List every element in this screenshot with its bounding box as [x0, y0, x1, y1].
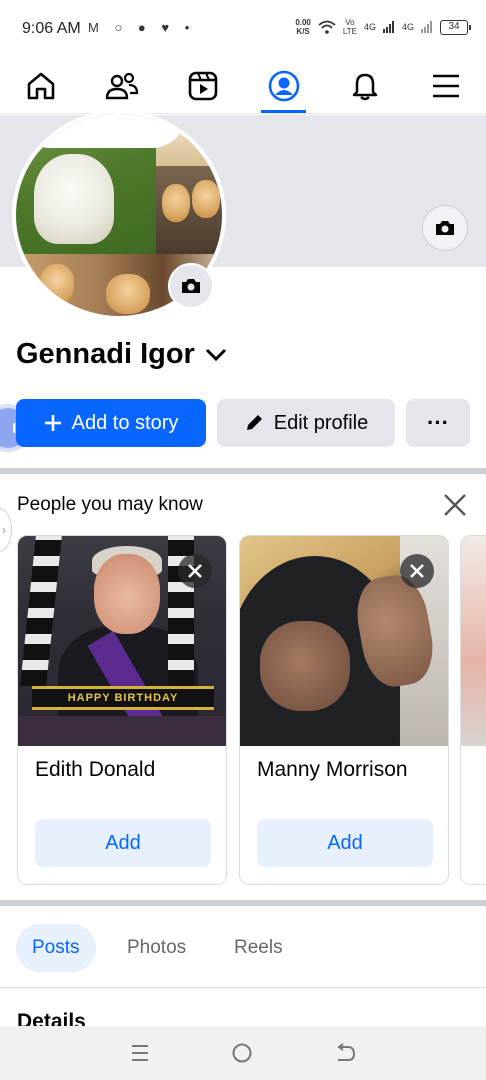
status-bar: 9:06 AM M ○ ● ♥ • 0.00 K/S Vo LTE 4G 4G …	[0, 0, 486, 58]
friends-icon	[105, 72, 138, 99]
tab-notifications[interactable]	[324, 58, 405, 113]
section-divider	[0, 900, 486, 906]
add-friend-button[interactable]: Add	[257, 819, 433, 867]
add-to-story-label: Add to story	[71, 411, 179, 434]
notification-icons: M ○ ● ♥ •	[88, 20, 196, 35]
tab-photos[interactable]: Photos	[111, 924, 202, 972]
pp-puppy-4	[106, 274, 150, 314]
pymk-close-button[interactable]	[442, 492, 468, 518]
android-nav-bar	[0, 1026, 486, 1080]
profile-name[interactable]: Gennadi Igor	[16, 338, 227, 371]
video-icon	[188, 71, 217, 100]
pp-white-dog	[34, 154, 114, 244]
add-to-story-button[interactable]: Add to story	[16, 399, 206, 447]
dismiss-card-button[interactable]	[400, 554, 434, 588]
side-handle[interactable]: ›	[0, 508, 12, 552]
pymk-photo-manny[interactable]	[240, 536, 448, 746]
pymk-card-partial[interactable]	[460, 535, 486, 885]
wifi-icon	[318, 20, 336, 34]
profile-actions: Add to story Edit profile ···	[16, 399, 471, 447]
pymk-photo-partial	[461, 536, 486, 746]
close-icon	[410, 564, 424, 578]
back-icon[interactable]	[334, 1043, 356, 1063]
close-icon	[188, 564, 202, 578]
pp-cloud	[16, 114, 186, 148]
tab-menu[interactable]	[405, 58, 486, 113]
bell-icon	[352, 73, 377, 100]
recent-apps-icon[interactable]	[130, 1044, 150, 1062]
pencil-icon	[246, 415, 262, 430]
status-time: 9:06 AM	[22, 20, 81, 37]
camera-icon	[182, 279, 200, 293]
pp-puppy-1	[162, 184, 190, 222]
camera-icon	[436, 221, 454, 235]
battery-icon: 34	[440, 19, 471, 35]
more-options-button[interactable]: ···	[406, 399, 470, 447]
plus-icon	[44, 415, 61, 431]
top-nav	[0, 58, 486, 114]
add-friend-button[interactable]: Add	[35, 819, 211, 867]
tab-video[interactable]	[162, 58, 243, 113]
chevron-down-icon	[205, 348, 227, 362]
profile-tabs: Posts Photos Reels	[0, 908, 486, 988]
tab-reels[interactable]: Reels	[218, 924, 299, 972]
close-icon	[444, 494, 466, 516]
dismiss-card-button[interactable]	[178, 554, 212, 588]
profile-name-text: Gennadi Igor	[16, 338, 195, 370]
tab-posts[interactable]: Posts	[16, 924, 96, 972]
cover-camera-button[interactable]	[422, 205, 468, 251]
pp-puppy-3	[40, 264, 74, 304]
photo-face	[260, 621, 350, 711]
pymk-name[interactable]: Manny Morrison	[257, 758, 408, 782]
signal-icon-2	[421, 21, 432, 33]
network-speed: 0.00 K/S	[295, 18, 311, 36]
home-button-icon[interactable]	[231, 1042, 253, 1064]
pymk-card-manny[interactable]: Manny Morrison Add	[239, 535, 449, 885]
photo-face	[94, 554, 160, 634]
tab-friends[interactable]	[81, 58, 162, 113]
volte-indicator: Vo LTE	[342, 18, 357, 36]
signal-4g-2: 4G	[401, 22, 414, 32]
status-right: 0.00 K/S Vo LTE 4G 4G 34	[295, 18, 471, 36]
tab-profile[interactable]	[243, 58, 324, 113]
profile-icon	[268, 70, 299, 101]
edit-profile-button[interactable]: Edit profile	[217, 399, 395, 447]
signal-4g-1: 4G	[363, 22, 376, 32]
birthday-banner: HAPPY BIRTHDAY	[32, 686, 214, 710]
home-icon	[27, 72, 54, 99]
tab-home[interactable]	[0, 58, 81, 113]
pymk-card-edith[interactable]: HAPPY BIRTHDAY Edith Donald Add	[17, 535, 227, 885]
pymk-name[interactable]: Edith Donald	[35, 758, 155, 782]
pymk-title: People you may know	[17, 494, 203, 515]
profile-camera-button[interactable]	[168, 263, 214, 309]
photo-bottom	[18, 716, 226, 746]
edit-profile-label: Edit profile	[273, 411, 369, 434]
section-divider	[0, 468, 486, 474]
signal-icon	[382, 21, 394, 33]
pymk-photo-edith[interactable]: HAPPY BIRTHDAY	[18, 536, 226, 746]
menu-icon	[432, 74, 459, 97]
pp-puppy-2	[192, 180, 220, 218]
